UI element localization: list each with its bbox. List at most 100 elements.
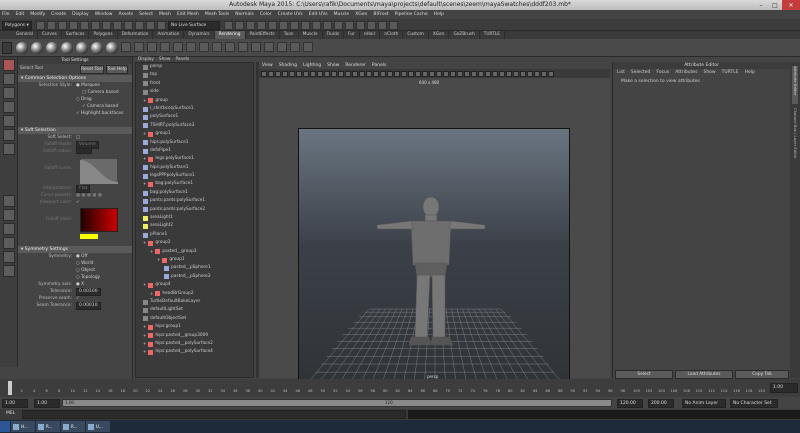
render-icon[interactable]: [323, 21, 332, 30]
render-icon[interactable]: [378, 21, 387, 30]
command-input[interactable]: [22, 410, 406, 419]
falloff-radius-field[interactable]: [76, 148, 92, 154]
render-icon[interactable]: [279, 21, 288, 30]
maximize-button[interactable]: □: [768, 0, 782, 10]
shelf-tab-gozbrush[interactable]: GoZBrush: [449, 31, 480, 39]
range-slider[interactable]: 1.00 120: [62, 399, 612, 407]
menu-pipeline-cache[interactable]: Pipeline Cache: [395, 12, 428, 17]
outliner-item[interactable]: side: [136, 88, 253, 96]
expand-icon[interactable]: +: [143, 332, 146, 340]
viewport-menu-panels[interactable]: Panels: [372, 62, 386, 69]
outliner-item[interactable]: pasted__pSphere1: [136, 264, 253, 272]
viewport-tool-icon[interactable]: [380, 70, 386, 77]
material-sphere-icon[interactable]: [76, 42, 88, 54]
render-icon[interactable]: [268, 21, 277, 30]
symmetry-object-radio[interactable]: ○ Object: [76, 267, 95, 274]
status-icon[interactable]: [113, 21, 122, 30]
current-frame-field[interactable]: 1.00: [770, 383, 798, 393]
menu-edit-mesh[interactable]: Edit Mesh: [177, 12, 199, 17]
render-shelf-icon[interactable]: [186, 42, 196, 52]
outliner-item[interactable]: + pasted__group3: [136, 248, 253, 256]
viewport-tool-icon[interactable]: [485, 70, 491, 77]
viewport-tool-icon[interactable]: [527, 70, 533, 77]
outliner-item[interactable]: TSHIRT:polySurface3: [136, 122, 253, 130]
viewport-tool-icon[interactable]: [422, 70, 428, 77]
seam-tolerance-field[interactable]: 0.00010: [76, 302, 101, 310]
ae-menu-list[interactable]: List: [617, 69, 625, 77]
shelf-tab-surfaces[interactable]: Surfaces: [62, 31, 90, 39]
render-icon[interactable]: [235, 21, 244, 30]
menu-normals[interactable]: Normals: [235, 12, 254, 17]
outliner-item[interactable]: pPlane1: [136, 231, 253, 239]
shelf-tab-deformation[interactable]: Deformation: [118, 31, 154, 39]
material-sphere-icon[interactable]: [31, 42, 43, 54]
highlight-backfaces-check[interactable]: ✓ Highlight backfaces: [76, 110, 123, 117]
expand-icon[interactable]: +: [143, 180, 146, 188]
status-icon[interactable]: [102, 21, 111, 30]
outliner-item[interactable]: defsPipe1: [136, 147, 253, 155]
status-icon[interactable]: [80, 21, 89, 30]
symmetry-header[interactable]: ▾ Symmetry Settings: [18, 246, 132, 253]
tool-help-button[interactable]: Tool Help: [106, 65, 128, 74]
soft-selection-header[interactable]: ▾ Soft Selection: [18, 127, 132, 134]
viewport-tool-icon[interactable]: [275, 70, 281, 77]
render-shelf-icon[interactable]: [264, 42, 274, 52]
render-icon[interactable]: [312, 21, 321, 30]
shelf-tab-toon[interactable]: Toon: [280, 31, 299, 39]
outliner-item[interactable]: + hips:group1: [136, 323, 253, 331]
anim-layer-dropdown[interactable]: No Anim Layer: [682, 399, 726, 408]
viewport-tool-icon[interactable]: [317, 70, 323, 77]
layout-two-icon[interactable]: [3, 223, 15, 235]
render-shelf-icon[interactable]: [134, 42, 144, 52]
viewport-color-check[interactable]: ✓: [76, 199, 80, 206]
soft-select-check[interactable]: □: [76, 134, 80, 141]
viewport-tool-icon[interactable]: [310, 70, 316, 77]
render-shelf-icon[interactable]: [290, 42, 300, 52]
expand-icon[interactable]: +: [143, 130, 146, 138]
taskbar-app[interactable]: H...: [11, 421, 35, 432]
outliner-item[interactable]: l_shirtbcolySurface1: [136, 105, 253, 113]
render-icon[interactable]: [257, 21, 266, 30]
status-icon[interactable]: [36, 21, 45, 30]
time-slider[interactable]: 1 2 4 6 8 10 12 14 16 18 20 22 24 26 28 30 32 34 36 38 40 42 4…: [0, 379, 800, 397]
render-icon[interactable]: [367, 21, 376, 30]
expand-icon[interactable]: +: [157, 256, 160, 264]
falloff-curve-graph[interactable]: [80, 158, 118, 184]
shelf-tab-xgen[interactable]: XGen: [429, 31, 450, 39]
render-icon[interactable]: [345, 21, 354, 30]
shelf-tab-nhair[interactable]: nHair: [360, 31, 381, 39]
material-sphere-icon[interactable]: [16, 42, 28, 54]
symmetry-world-radio[interactable]: ○ World: [76, 260, 93, 267]
expand-icon[interactable]: +: [143, 340, 146, 348]
viewport-menu-shading[interactable]: Shading: [279, 62, 297, 69]
load-attributes-button[interactable]: Load Attributes: [675, 370, 733, 379]
ae-menu-focus[interactable]: Focus: [656, 69, 669, 77]
material-sphere-icon[interactable]: [46, 42, 58, 54]
status-icon[interactable]: [146, 21, 155, 30]
marquee-radio[interactable]: ● Marquee: [76, 82, 100, 89]
material-sphere-icon[interactable]: [91, 42, 103, 54]
symmetry-topology-radio[interactable]: ○ Topology: [76, 274, 100, 281]
outliner-item[interactable]: defaultObjectSet: [136, 315, 253, 323]
material-sphere-icon[interactable]: [106, 42, 118, 54]
close-button[interactable]: ✕: [782, 0, 800, 10]
menu-modify[interactable]: Modify: [30, 12, 45, 17]
common-selection-header[interactable]: ▾ Common Selection Options: [18, 75, 132, 82]
menu-edit-uvs[interactable]: Edit UVs: [309, 12, 328, 17]
menu-create[interactable]: Create: [51, 12, 66, 17]
viewport-tool-icon[interactable]: [387, 70, 393, 77]
menu-window[interactable]: Window: [95, 12, 113, 17]
render-shelf-icon[interactable]: [303, 42, 313, 52]
render-shelf-icon[interactable]: [251, 42, 261, 52]
expand-icon[interactable]: +: [143, 281, 146, 289]
outliner-item[interactable]: + hips:pasted__group3009: [136, 332, 253, 340]
render-shelf-icon[interactable]: [212, 42, 222, 52]
outliner-item[interactable]: + legs:polySurface1: [136, 155, 253, 163]
viewport-menu-renderer[interactable]: Renderer: [345, 62, 366, 69]
viewport-tool-icon[interactable]: [429, 70, 435, 77]
expand-icon[interactable]: +: [143, 155, 146, 163]
viewport-menu-lighting[interactable]: Lighting: [303, 62, 321, 69]
status-icon[interactable]: [135, 21, 144, 30]
falloff-color-swatch[interactable]: [80, 234, 98, 239]
viewport-tool-icon[interactable]: [548, 70, 554, 77]
